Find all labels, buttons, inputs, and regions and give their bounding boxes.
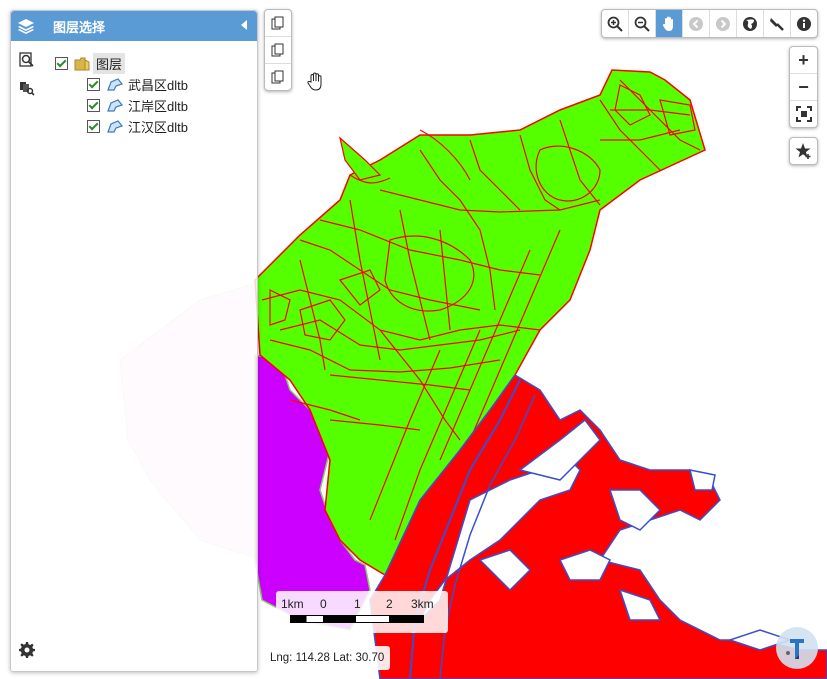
layer-tree-root: 图层 [55,53,188,74]
full-extent-globe-icon [743,16,757,31]
layer-query-icon [20,82,35,96]
folder-icon [74,57,90,70]
layer-tree: 图层 武昌区dltb 江岸区dltb 江汉区dltb [55,53,188,137]
copy-icon [271,70,284,84]
info-icon [797,16,811,31]
copy-tools [264,9,292,91]
cursor-coordinates: Lng: 114.28 Lat: 30.70 [264,646,391,670]
zoom-in-tool-button[interactable] [602,10,629,37]
zoom-out-button[interactable]: − [790,74,817,101]
polygon-layer-icon [107,119,124,133]
polygon-layer-icon [107,77,124,91]
collapse-panel-button[interactable] [231,19,257,33]
scale-label-0: 0 [320,597,327,611]
next-extent-icon [716,16,730,31]
settings-button[interactable] [19,642,35,661]
zoom-out-icon [634,16,650,32]
scale-label-1: 1 [354,597,361,611]
copy-layer-button-1[interactable] [265,10,291,37]
copy-icon [271,43,284,57]
polygon-layer-icon [107,98,124,112]
caret-left-icon [241,19,247,30]
fit-extent-icon [795,106,812,122]
scale-bar-graphic [290,615,424,623]
zoom-controls: + − [789,46,818,128]
logo-icon [786,639,804,659]
panel-title: 图层选择 [53,19,106,35]
zoom-in-button[interactable]: + [790,47,817,74]
fit-extent-button[interactable] [790,101,817,127]
layer-search-button[interactable] [17,49,37,71]
pan-tool-button[interactable] [656,10,683,37]
copy-layer-button-2[interactable] [265,37,291,64]
gear-icon [19,642,35,658]
zoom-in-icon [607,16,623,32]
layer-item-wuchang: 武昌区dltb [87,74,188,95]
layer-panel: 图层选择 图层 武昌区dltb 江岸区dltb 江汉区dltb [10,10,258,672]
next-extent-button[interactable] [710,10,737,37]
scale-label-1km: 1km [281,597,304,611]
previous-extent-button[interactable] [683,10,710,37]
scale-label-2: 2 [386,597,393,611]
layers-icon [18,19,34,34]
layer-label-jianghan[interactable]: 江汉区dltb [128,117,188,136]
root-checkbox[interactable] [55,57,68,70]
layer-checkbox-jiangan[interactable] [87,99,100,112]
pan-hand-icon [662,16,673,31]
map-toolbar [601,9,818,38]
layer-item-jianghan: 江汉区dltb [87,116,188,137]
panel-side-tools [17,49,37,105]
layer-query-button[interactable] [17,77,37,99]
jiangan-north-strip [339,136,382,181]
hand-cursor-icon [306,72,326,95]
measure-tool-button[interactable] [764,10,791,37]
scale-bar: 1km 0 1 2 3km [276,591,448,633]
layer-label-jiangan[interactable]: 江岸区dltb [128,96,188,115]
zoom-out-tool-button[interactable] [629,10,656,37]
scale-label-3km: 3km [411,597,434,611]
layer-checkbox-wuchang[interactable] [87,78,100,91]
info-tool-button[interactable] [791,10,817,37]
copy-icon [271,16,284,30]
layer-panel-header: 图层选择 [11,11,257,41]
bookmark-button[interactable] [789,137,818,165]
app-logo [776,627,818,669]
full-extent-button[interactable] [737,10,764,37]
layer-search-icon [19,52,34,67]
copy-layer-button-3[interactable] [265,64,291,90]
measure-icon [770,17,784,31]
previous-extent-icon [689,16,703,31]
root-label[interactable]: 图层 [93,53,126,74]
layer-label-wuchang[interactable]: 武昌区dltb [128,75,188,94]
layer-item-jiangan: 江岸区dltb [87,95,188,116]
layer-checkbox-jianghan[interactable] [87,120,100,133]
star-bookmark-icon [795,143,810,159]
